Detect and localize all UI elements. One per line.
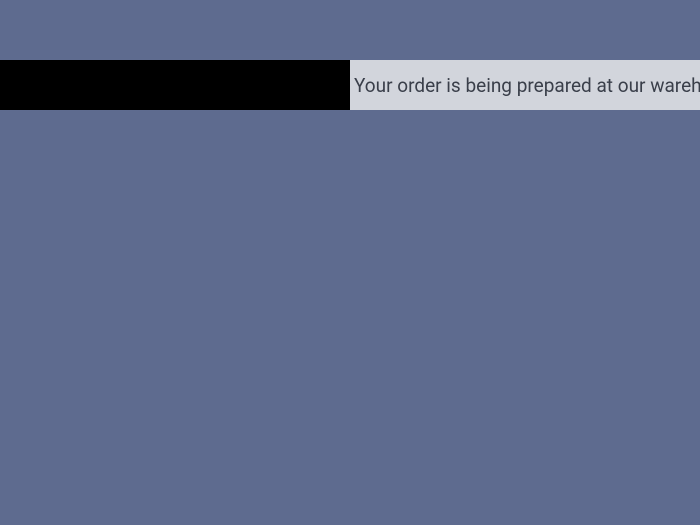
status-message: Your order is being prepared at our ware… <box>350 60 700 110</box>
status-bar: Your order is being prepared at our ware… <box>0 60 700 110</box>
status-bar-left <box>0 60 350 110</box>
